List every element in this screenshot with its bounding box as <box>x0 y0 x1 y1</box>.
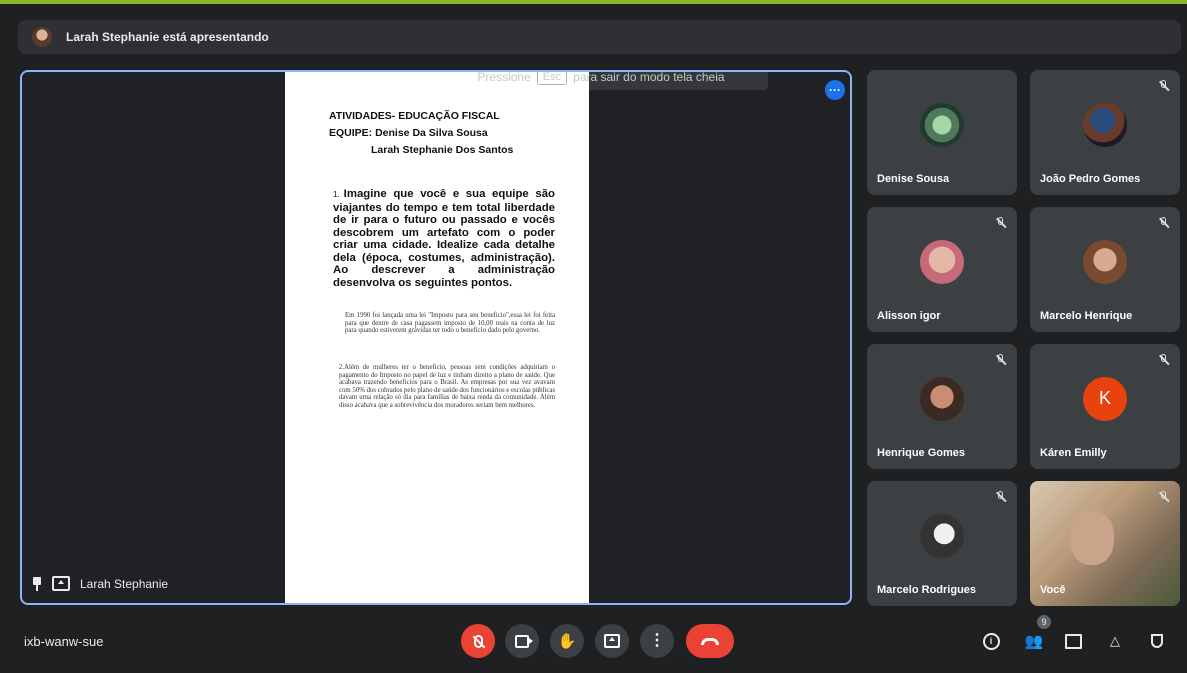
presenting-text: Larah Stephanie está apresentando <box>66 30 269 44</box>
esc-key: Esc <box>536 72 568 85</box>
presentation-stage[interactable]: ATIVIDADES- EDUCAÇÃO FISCAL EQUIPE: Deni… <box>20 70 852 605</box>
participant-tile[interactable]: Denise Sousa <box>867 70 1017 195</box>
presenting-banner: Larah Stephanie está apresentando <box>18 20 1181 54</box>
activities-button[interactable]: △ <box>1106 632 1124 650</box>
document-header: ATIVIDADES- EDUCAÇÃO FISCAL EQUIPE: Deni… <box>329 108 513 159</box>
avatar <box>920 239 964 284</box>
info-icon: i <box>982 632 1000 650</box>
participant-name: Denise Sousa <box>877 173 950 185</box>
mic-off-icon <box>473 634 483 648</box>
participant-name: Henrique Gomes <box>877 447 966 459</box>
presenter-avatar <box>32 27 52 47</box>
people-button[interactable]: 👥 <box>1024 632 1044 650</box>
fullscreen-hint: Pressione Esc para sair do modo tela che… <box>434 70 768 90</box>
avatar <box>1083 102 1127 147</box>
answer-paragraph-2: 2.Além de mulheres ter o beneficio, pess… <box>339 364 555 409</box>
avatar <box>920 376 964 421</box>
people-count-badge: 9 <box>1037 615 1051 629</box>
host-controls-button[interactable] <box>1148 632 1166 650</box>
document-member: Larah Stephanie Dos Santos <box>371 144 514 156</box>
mic-off-icon <box>995 217 1007 229</box>
mic-off-icon <box>1158 217 1170 229</box>
participant-tile[interactable]: Alisson igor <box>867 207 1017 332</box>
top-stripe <box>0 0 1187 4</box>
avatar <box>920 513 964 558</box>
raise-hand-button[interactable]: ✋ <box>550 624 584 658</box>
participant-name: Você <box>1040 584 1066 596</box>
mic-off-icon <box>1158 80 1170 92</box>
mic-off-icon <box>1158 354 1170 366</box>
leave-call-button[interactable] <box>686 624 734 658</box>
participant-tile[interactable]: Henrique Gomes <box>867 344 1017 469</box>
question-number: 1. <box>333 190 340 199</box>
camera-toggle-button[interactable] <box>505 624 539 658</box>
present-icon <box>604 634 620 648</box>
mic-off-icon <box>995 354 1007 366</box>
document-title: ATIVIDADES- EDUCAÇÃO FISCAL <box>329 110 500 122</box>
hint-after: para sair do modo tela cheia <box>573 70 725 84</box>
bottom-bar: ixb-wanw-sue ✋ ⋮ i 👥 9 △ <box>0 612 1187 673</box>
end-call-icon <box>701 637 719 645</box>
participant-tile[interactable]: João Pedro Gomes <box>1030 70 1180 195</box>
shared-document: ATIVIDADES- EDUCAÇÃO FISCAL EQUIPE: Deni… <box>285 72 589 603</box>
hand-icon: ✋ <box>557 633 577 650</box>
presentation-icon <box>52 576 70 591</box>
answer-paragraph-1: Em 1990 foi lançada uma lei "Imposto par… <box>345 312 555 335</box>
self-video-tile[interactable]: Você <box>1030 481 1180 606</box>
mic-off-icon <box>995 491 1007 503</box>
activities-icon: △ <box>1110 633 1120 648</box>
present-button[interactable] <box>595 624 629 658</box>
avatar <box>1083 239 1127 284</box>
people-icon: 👥 <box>1024 633 1044 650</box>
participant-name: João Pedro Gomes <box>1040 173 1141 185</box>
camera-icon <box>515 634 533 648</box>
shield-icon <box>1151 634 1163 648</box>
more-options-button[interactable]: ⋮ <box>640 624 674 658</box>
question-text: Imagine que você e sua equipe são viajan… <box>333 188 555 289</box>
participant-tile[interactable]: K Káren Emilly <box>1030 344 1180 469</box>
chat-icon <box>1064 633 1082 649</box>
chat-button[interactable] <box>1064 632 1082 650</box>
presenter-name: Larah Stephanie <box>80 576 169 591</box>
participant-name: Marcelo Rodrigues <box>877 584 977 596</box>
pin-icon[interactable] <box>32 576 42 591</box>
face <box>1070 511 1114 565</box>
participant-tile[interactable]: Marcelo Rodrigues <box>867 481 1017 606</box>
mic-toggle-button[interactable] <box>461 624 495 658</box>
participant-tile[interactable]: Marcelo Henrique <box>1030 207 1180 332</box>
question-1: 1. Imagine que você e sua equipe são viaj… <box>333 188 555 289</box>
document-team: EQUIPE: Denise Da Silva Sousa <box>329 127 488 139</box>
stage-footer: Larah Stephanie <box>32 576 168 591</box>
more-vert-icon: ⋮ <box>649 632 665 649</box>
participant-name: Káren Emilly <box>1040 447 1107 459</box>
more-options-icon[interactable]: ··· <box>825 80 845 100</box>
hint-before: Pressione <box>477 70 531 84</box>
meeting-code: ixb-wanw-sue <box>24 634 104 649</box>
avatar-initial: K <box>1083 376 1127 421</box>
meeting-details-button[interactable]: i <box>982 632 1000 650</box>
mic-off-icon <box>1158 491 1170 503</box>
participant-name: Alisson igor <box>877 310 941 322</box>
participant-name: Marcelo Henrique <box>1040 310 1133 322</box>
avatar <box>920 102 964 147</box>
